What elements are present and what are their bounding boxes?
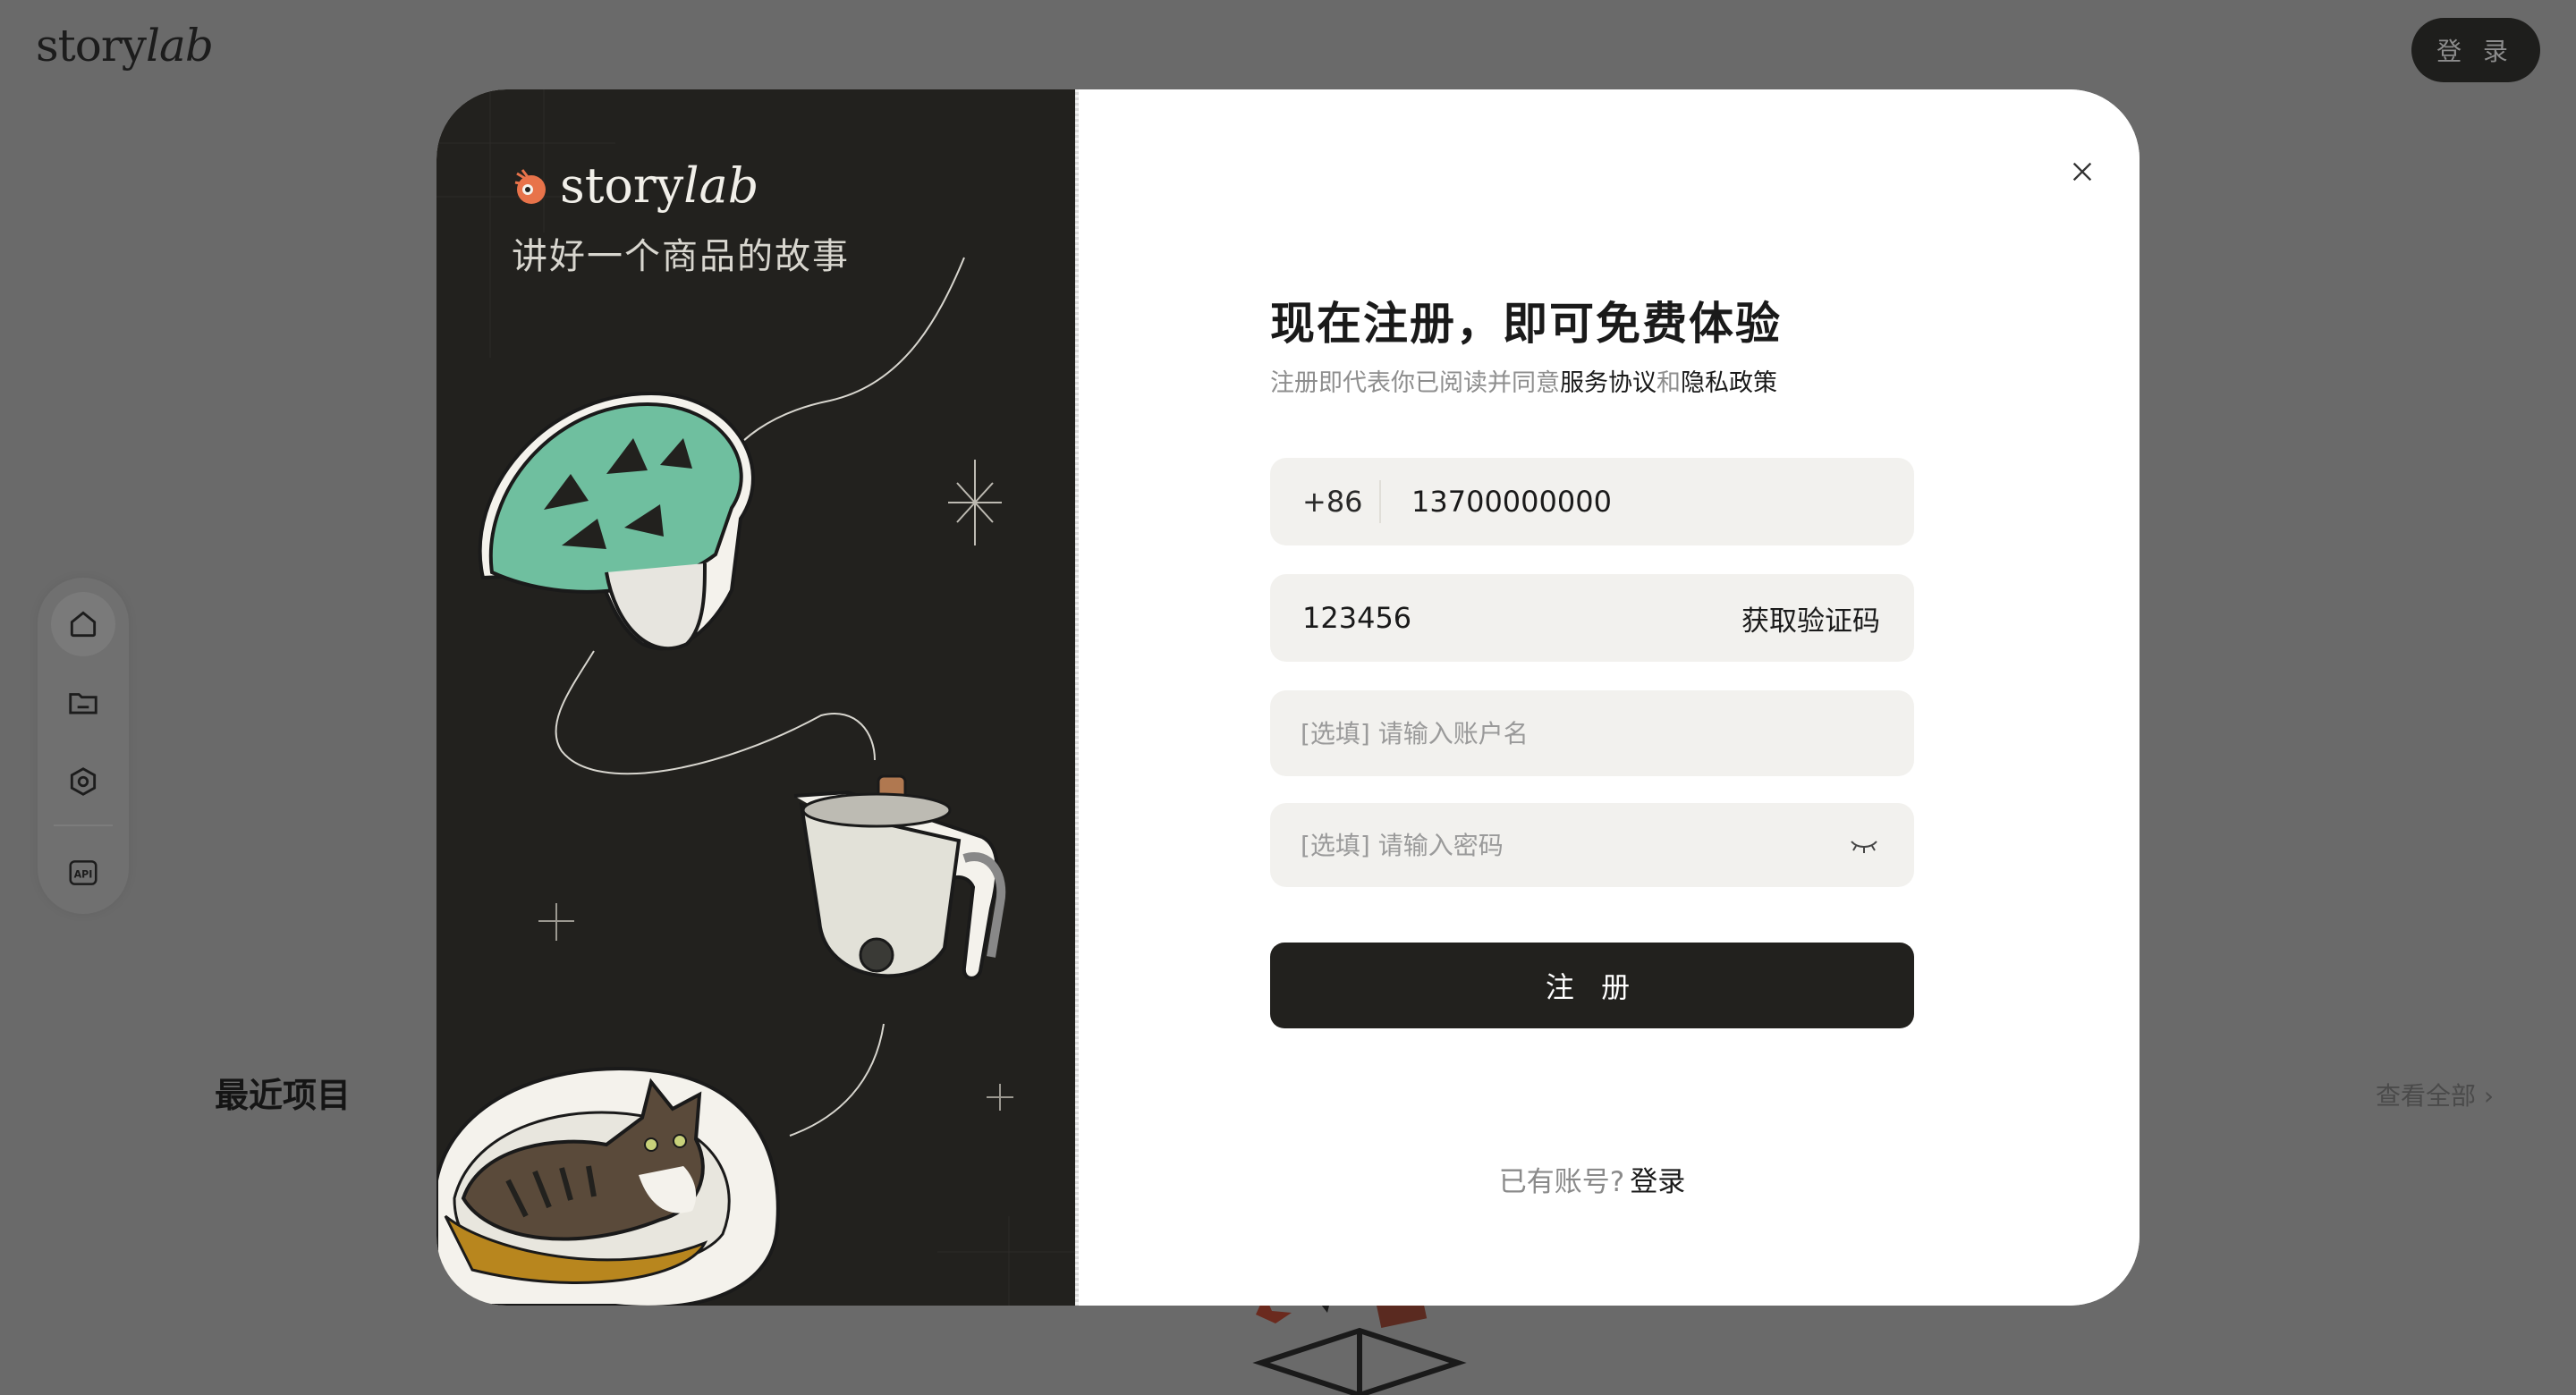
phone-field: +86 bbox=[1270, 458, 1914, 545]
nav-projects-button[interactable] bbox=[51, 671, 115, 735]
nav-settings-button[interactable] bbox=[51, 749, 115, 814]
settings-hex-icon bbox=[70, 767, 97, 796]
password-field bbox=[1270, 803, 1914, 887]
signup-submit-button[interactable]: 注 册 bbox=[1270, 943, 1914, 1028]
app-logo[interactable]: storylab bbox=[36, 20, 214, 72]
close-icon bbox=[2072, 162, 2092, 182]
app-logo-italic: lab bbox=[146, 20, 214, 72]
side-rail: API bbox=[38, 578, 129, 914]
verification-code-input[interactable] bbox=[1270, 574, 1699, 662]
subtitle-prefix: 注册即代表你已阅读并同意 bbox=[1270, 369, 1560, 397]
view-all-link[interactable]: 查看全部 › bbox=[2376, 1077, 2494, 1112]
close-modal-button[interactable] bbox=[2046, 136, 2118, 207]
subtitle-and: 和 bbox=[1657, 369, 1681, 397]
folder-icon bbox=[69, 693, 97, 714]
modal-brand-logo: story lab bbox=[510, 157, 758, 214]
signup-form-panel: 现在注册，即可免费体验 注册即代表你已阅读并同意服务协议和隐私政策 +86 获取… bbox=[1079, 89, 2140, 1306]
eye-closed-icon bbox=[1851, 841, 1877, 853]
terms-link[interactable]: 服务协议 bbox=[1560, 369, 1657, 397]
login-link[interactable]: 登录 bbox=[1630, 1166, 1685, 1198]
brand-tagline: 讲好一个商品的故事 bbox=[512, 236, 850, 277]
header-login-button[interactable]: 登 录 bbox=[2411, 18, 2540, 82]
helmet-illustration bbox=[478, 391, 755, 651]
login-prompt: 已有账号? 登录 bbox=[1270, 1159, 1914, 1199]
signup-subtitle: 注册即代表你已阅读并同意服务协议和隐私政策 bbox=[1270, 363, 1777, 398]
phone-input[interactable] bbox=[1381, 458, 1882, 545]
nav-api-button[interactable]: API bbox=[51, 841, 115, 905]
rail-divider bbox=[54, 824, 113, 826]
username-field bbox=[1270, 690, 1914, 776]
username-input[interactable] bbox=[1270, 690, 1843, 776]
app-logo-plain: story bbox=[36, 20, 147, 72]
verification-code-field: 获取验证码 bbox=[1270, 574, 1914, 662]
country-code-selector[interactable]: +86 bbox=[1270, 480, 1381, 523]
api-icon: API bbox=[69, 860, 97, 885]
recent-projects-title: 最近项目 bbox=[215, 1076, 352, 1115]
signup-modal: story lab 讲好一个商品的故事 现在注册，即可免费体验 注册即代表你已阅读… bbox=[436, 89, 2140, 1306]
get-code-button[interactable]: 获取验证码 bbox=[1741, 598, 1880, 638]
toggle-password-visibility[interactable] bbox=[1846, 827, 1882, 863]
modal-brand-italic: lab bbox=[683, 157, 759, 214]
password-input[interactable] bbox=[1270, 803, 1843, 887]
storylab-mark-icon bbox=[514, 168, 546, 204]
svg-text:API: API bbox=[74, 869, 93, 881]
login-prompt-text: 已有账号? bbox=[1498, 1166, 1625, 1198]
modal-brand-plain: story bbox=[560, 157, 684, 214]
home-icon bbox=[70, 611, 97, 638]
cat-bed-illustration bbox=[436, 1067, 780, 1306]
kettle-illustration bbox=[793, 774, 1006, 980]
signup-title: 现在注册，即可免费体验 bbox=[1270, 298, 1782, 350]
nav-home-button[interactable] bbox=[51, 592, 115, 656]
modal-illustration-panel: story lab 讲好一个商品的故事 bbox=[436, 89, 1079, 1306]
privacy-link[interactable]: 隐私政策 bbox=[1681, 369, 1777, 397]
